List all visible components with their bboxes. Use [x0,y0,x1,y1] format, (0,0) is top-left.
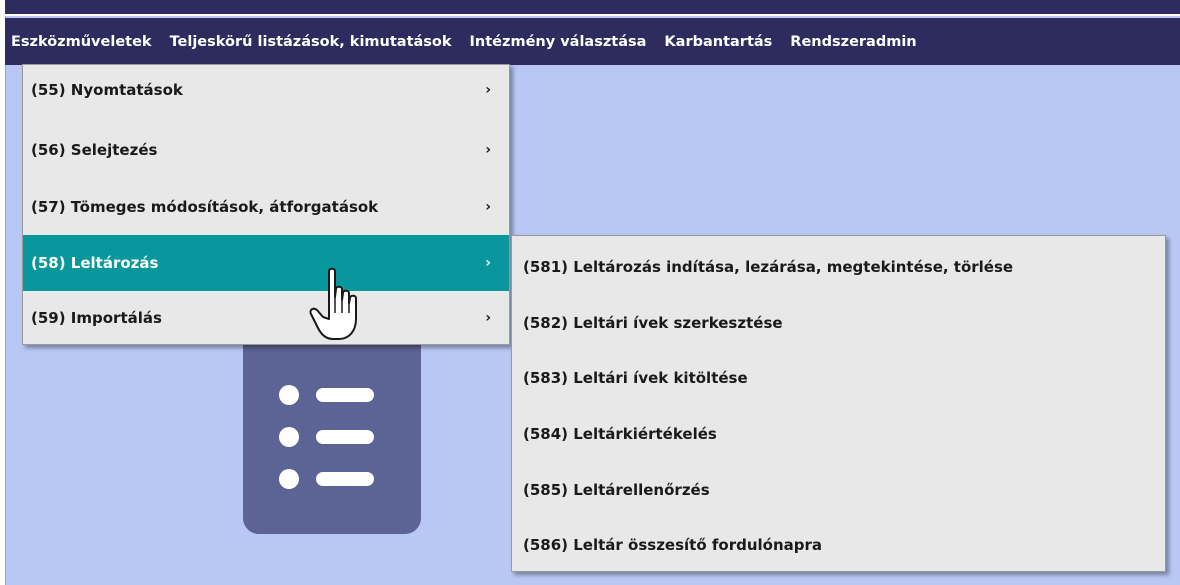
menu-item-label: (59) Importálás [31,309,162,327]
menu-item-label: (56) Selejtezés [31,141,158,159]
submenu-item-586[interactable]: (586) Leltár összesítő fordulónapra [512,517,1165,573]
menubar-item-intezmeny[interactable]: Intézmény választása [462,34,657,50]
menu-item-importalas[interactable]: (59) Importálás › [23,290,509,346]
chevron-right-icon: › [485,199,491,215]
menu-item-label: (57) Tömeges módosítások, átforgatások [31,198,379,216]
list-bullet [279,427,299,447]
submenu-item-583[interactable]: (583) Leltári ívek kitöltése [512,350,1165,406]
chevron-right-icon: › [485,142,491,158]
submenu-item-label: (586) Leltár összesítő fordulónapra [523,536,823,554]
list-line [316,430,374,444]
submenu-item-581[interactable]: (581) Leltározás indítása, lezárása, meg… [512,239,1165,295]
chevron-right-icon: › [485,310,491,326]
submenu-item-label: (585) Leltárellenőrzés [523,481,710,499]
list-line [316,388,374,402]
submenu-item-582[interactable]: (582) Leltári ívek szerkesztése [512,295,1165,351]
dropdown-menu-eszkozmuveletek: (55) Nyomtatások › (56) Selejtezés › (57… [22,64,510,345]
submenu-item-label: (584) Leltárkiértékelés [523,425,717,443]
menubar-item-rendszeradmin[interactable]: Rendszeradmin [782,34,926,50]
list-bullet [279,385,299,405]
menu-item-label: (58) Leltározás [31,254,159,272]
menu-item-label: (55) Nyomtatások [31,81,183,99]
top-strip [5,0,1180,16]
chevron-right-icon: › [485,255,491,271]
main-menubar: Eszközműveletek Teljeskörű listázások, k… [5,18,1180,65]
menu-item-leltarozas[interactable]: (58) Leltározás › [23,235,509,291]
submenu-item-584[interactable]: (584) Leltárkiértékelés [512,406,1165,462]
menubar-item-karbantartas[interactable]: Karbantartás [656,34,782,50]
submenu-item-label: (581) Leltározás indítása, lezárása, meg… [523,258,1014,276]
hand-pointer-cursor-icon [309,267,357,340]
list-bullet [279,469,299,489]
submenu-item-label: (582) Leltári ívek szerkesztése [523,314,783,332]
submenu-item-585[interactable]: (585) Leltárellenőrzés [512,462,1165,518]
chevron-right-icon: › [485,82,491,98]
list-line [316,472,374,486]
menu-item-selejtezes[interactable]: (56) Selejtezés › [23,122,509,178]
menu-item-nyomtatasok[interactable]: (55) Nyomtatások › [23,62,509,118]
submenu-leltarozas: (581) Leltározás indítása, lezárása, meg… [511,235,1166,572]
submenu-item-label: (583) Leltári ívek kitöltése [523,369,748,387]
menu-item-tomeges-modositasok[interactable]: (57) Tömeges módosítások, átforgatások › [23,179,509,235]
menubar-item-eszkozmuveletek[interactable]: Eszközműveletek [5,34,162,50]
menubar-item-listazasok[interactable]: Teljeskörű listázások, kimutatások [162,34,462,50]
